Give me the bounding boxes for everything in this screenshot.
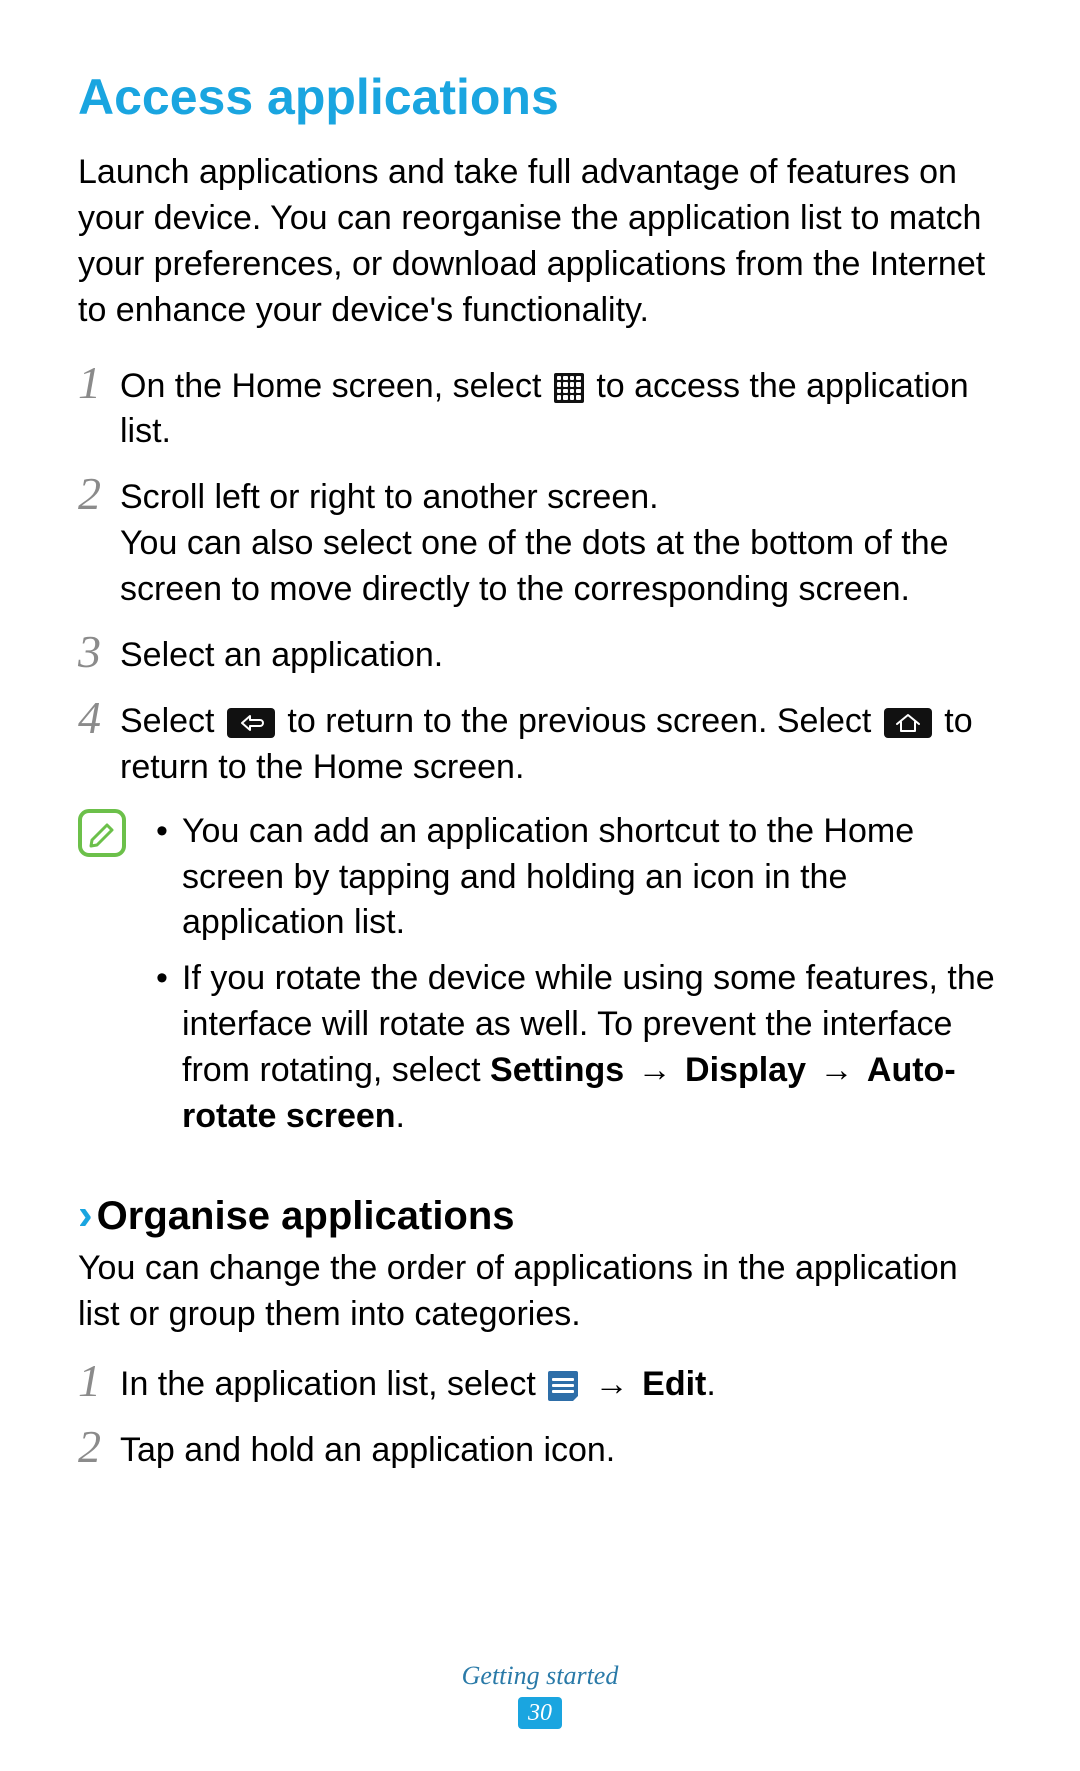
step-4: 4 Select to return to the previous scree… [78, 697, 1002, 791]
note-icon [78, 809, 126, 857]
footer-page-number: 30 [518, 1697, 562, 1729]
step-number: 4 [78, 695, 120, 741]
organise-steps-list: 1 In the application list, select → Edit… [78, 1360, 1002, 1474]
path-settings: Settings [490, 1051, 624, 1089]
note-item: If you rotate the device while using som… [156, 956, 1002, 1140]
step-text: Select to return to the previous screen.… [120, 699, 1002, 791]
step-number: 1 [78, 360, 120, 406]
back-button-icon [227, 708, 275, 738]
step-number: 2 [78, 471, 120, 517]
note-list: You can add an application shortcut to t… [138, 809, 1002, 1150]
step-text: Tap and hold an application icon. [120, 1428, 615, 1474]
footer-section-label: Getting started [0, 1661, 1080, 1691]
note-item: You can add an application shortcut to t… [156, 809, 1002, 947]
text-fragment: . [706, 1365, 715, 1403]
main-steps-list: 1 On the Home screen, select to access t… [78, 362, 1002, 791]
step-text: Select an application. [120, 633, 443, 679]
menu-icon [548, 1371, 578, 1401]
step-2: 2 Scroll left or right to another screen… [78, 473, 1002, 613]
note-block: You can add an application shortcut to t… [78, 809, 1002, 1150]
page-footer: Getting started 30 [0, 1661, 1080, 1729]
step-text: Scroll left or right to another screen. [120, 475, 1002, 521]
text-fragment: . [396, 1097, 405, 1135]
subheading-text: Organise applications [97, 1194, 515, 1238]
step-number: 1 [78, 1358, 120, 1404]
home-button-icon [884, 708, 932, 738]
text-fragment: On the Home screen, select [120, 367, 551, 405]
step-3: 3 Select an application. [78, 631, 1002, 679]
text-fragment: In the application list, select [120, 1365, 545, 1403]
step-number: 2 [78, 1424, 120, 1470]
step-number: 3 [78, 629, 120, 675]
step-1: 1 On the Home screen, select to access t… [78, 362, 1002, 456]
org-step-2: 2 Tap and hold an application icon. [78, 1426, 1002, 1474]
arrow-separator: → [810, 1051, 863, 1089]
sub-intro-paragraph: You can change the order of applications… [78, 1246, 1002, 1338]
intro-paragraph: Launch applications and take full advant… [78, 150, 1002, 334]
step-text: In the application list, select → Edit. [120, 1362, 716, 1408]
arrow-separator: → [628, 1051, 681, 1089]
arrow-separator: → [585, 1365, 638, 1403]
menu-edit: Edit [642, 1365, 706, 1403]
apps-grid-icon [554, 373, 584, 403]
text-fragment: Select [120, 702, 224, 740]
org-step-1: 1 In the application list, select → Edit… [78, 1360, 1002, 1408]
subheading-organise: ›Organise applications [78, 1190, 1002, 1240]
step-text: On the Home screen, select to access the… [120, 364, 1002, 456]
page-title: Access applications [78, 68, 1002, 126]
step-text: You can also select one of the dots at t… [120, 521, 1002, 613]
text-fragment: to return to the previous screen. Select [278, 702, 881, 740]
chevron-right-icon: › [78, 1190, 93, 1239]
path-display: Display [685, 1051, 806, 1089]
